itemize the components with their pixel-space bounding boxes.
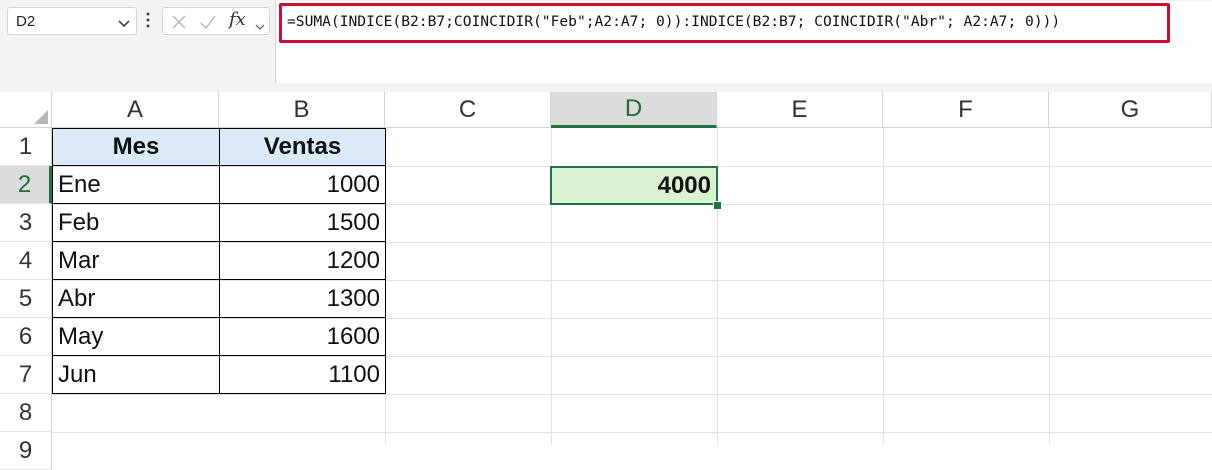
fill-handle[interactable]: [713, 201, 722, 210]
column-header-a[interactable]: A: [52, 92, 219, 128]
table-cell-mes[interactable]: Mar: [52, 242, 220, 280]
column-header-c[interactable]: C: [385, 92, 551, 128]
row-header-6[interactable]: 6: [0, 318, 52, 356]
table-cell-ventas[interactable]: 1300: [219, 280, 386, 318]
active-cell-d2[interactable]: 4000: [550, 166, 718, 205]
table-cell-mes[interactable]: Jun: [52, 356, 220, 394]
table-cell-ventas[interactable]: 1000: [219, 166, 386, 204]
row-header-7[interactable]: 7: [0, 356, 52, 394]
name-box[interactable]: D2: [7, 7, 137, 35]
column-header-b[interactable]: B: [219, 92, 385, 128]
cancel-icon[interactable]: [171, 14, 187, 35]
formula-highlight-box: [279, 3, 1170, 43]
column-header-e[interactable]: E: [717, 92, 883, 128]
more-options-icon[interactable]: [145, 11, 151, 34]
select-all-button[interactable]: [0, 92, 52, 128]
row-header-1[interactable]: 1: [0, 128, 52, 166]
table-cell-ventas[interactable]: 1600: [219, 318, 386, 356]
table-cell-mes[interactable]: Abr: [52, 280, 220, 318]
table-cell-ventas[interactable]: 1500: [219, 204, 386, 242]
column-header-f[interactable]: F: [883, 92, 1049, 128]
formula-actions: fx: [162, 7, 270, 35]
table-cell-mes[interactable]: Ene: [52, 166, 220, 204]
name-box-value: D2: [16, 13, 36, 30]
table-header-ventas[interactable]: Ventas: [219, 128, 386, 166]
chevron-down-icon[interactable]: [117, 16, 131, 34]
insert-function-icon[interactable]: fx: [229, 9, 246, 30]
row-header-4[interactable]: 4: [0, 242, 52, 280]
row-header-3[interactable]: 3: [0, 204, 52, 242]
row-header-8[interactable]: 8: [0, 394, 52, 432]
row-header-9[interactable]: 9: [0, 432, 52, 470]
row-header-2[interactable]: 2: [0, 166, 52, 204]
table-cell-mes[interactable]: May: [52, 318, 220, 356]
column-header-d[interactable]: D: [551, 92, 717, 128]
chevron-down-icon[interactable]: [255, 18, 265, 36]
table-cell-ventas[interactable]: 1200: [219, 242, 386, 280]
enter-icon[interactable]: [199, 14, 217, 35]
row-header-5[interactable]: 5: [0, 280, 52, 318]
table-header-mes[interactable]: Mes: [52, 128, 220, 166]
column-header-g[interactable]: G: [1049, 92, 1212, 128]
formula-bar-area: D2 fx =SUMA(INDICE(B2:B7;COINCIDIR("Feb"…: [0, 0, 1212, 92]
spreadsheet-grid: A B C D E F G 1 2 3 4 5 6 7 8 9 Mes Vent…: [0, 92, 1212, 470]
table-cell-ventas[interactable]: 1100: [219, 356, 386, 394]
table-cell-mes[interactable]: Feb: [52, 204, 220, 242]
